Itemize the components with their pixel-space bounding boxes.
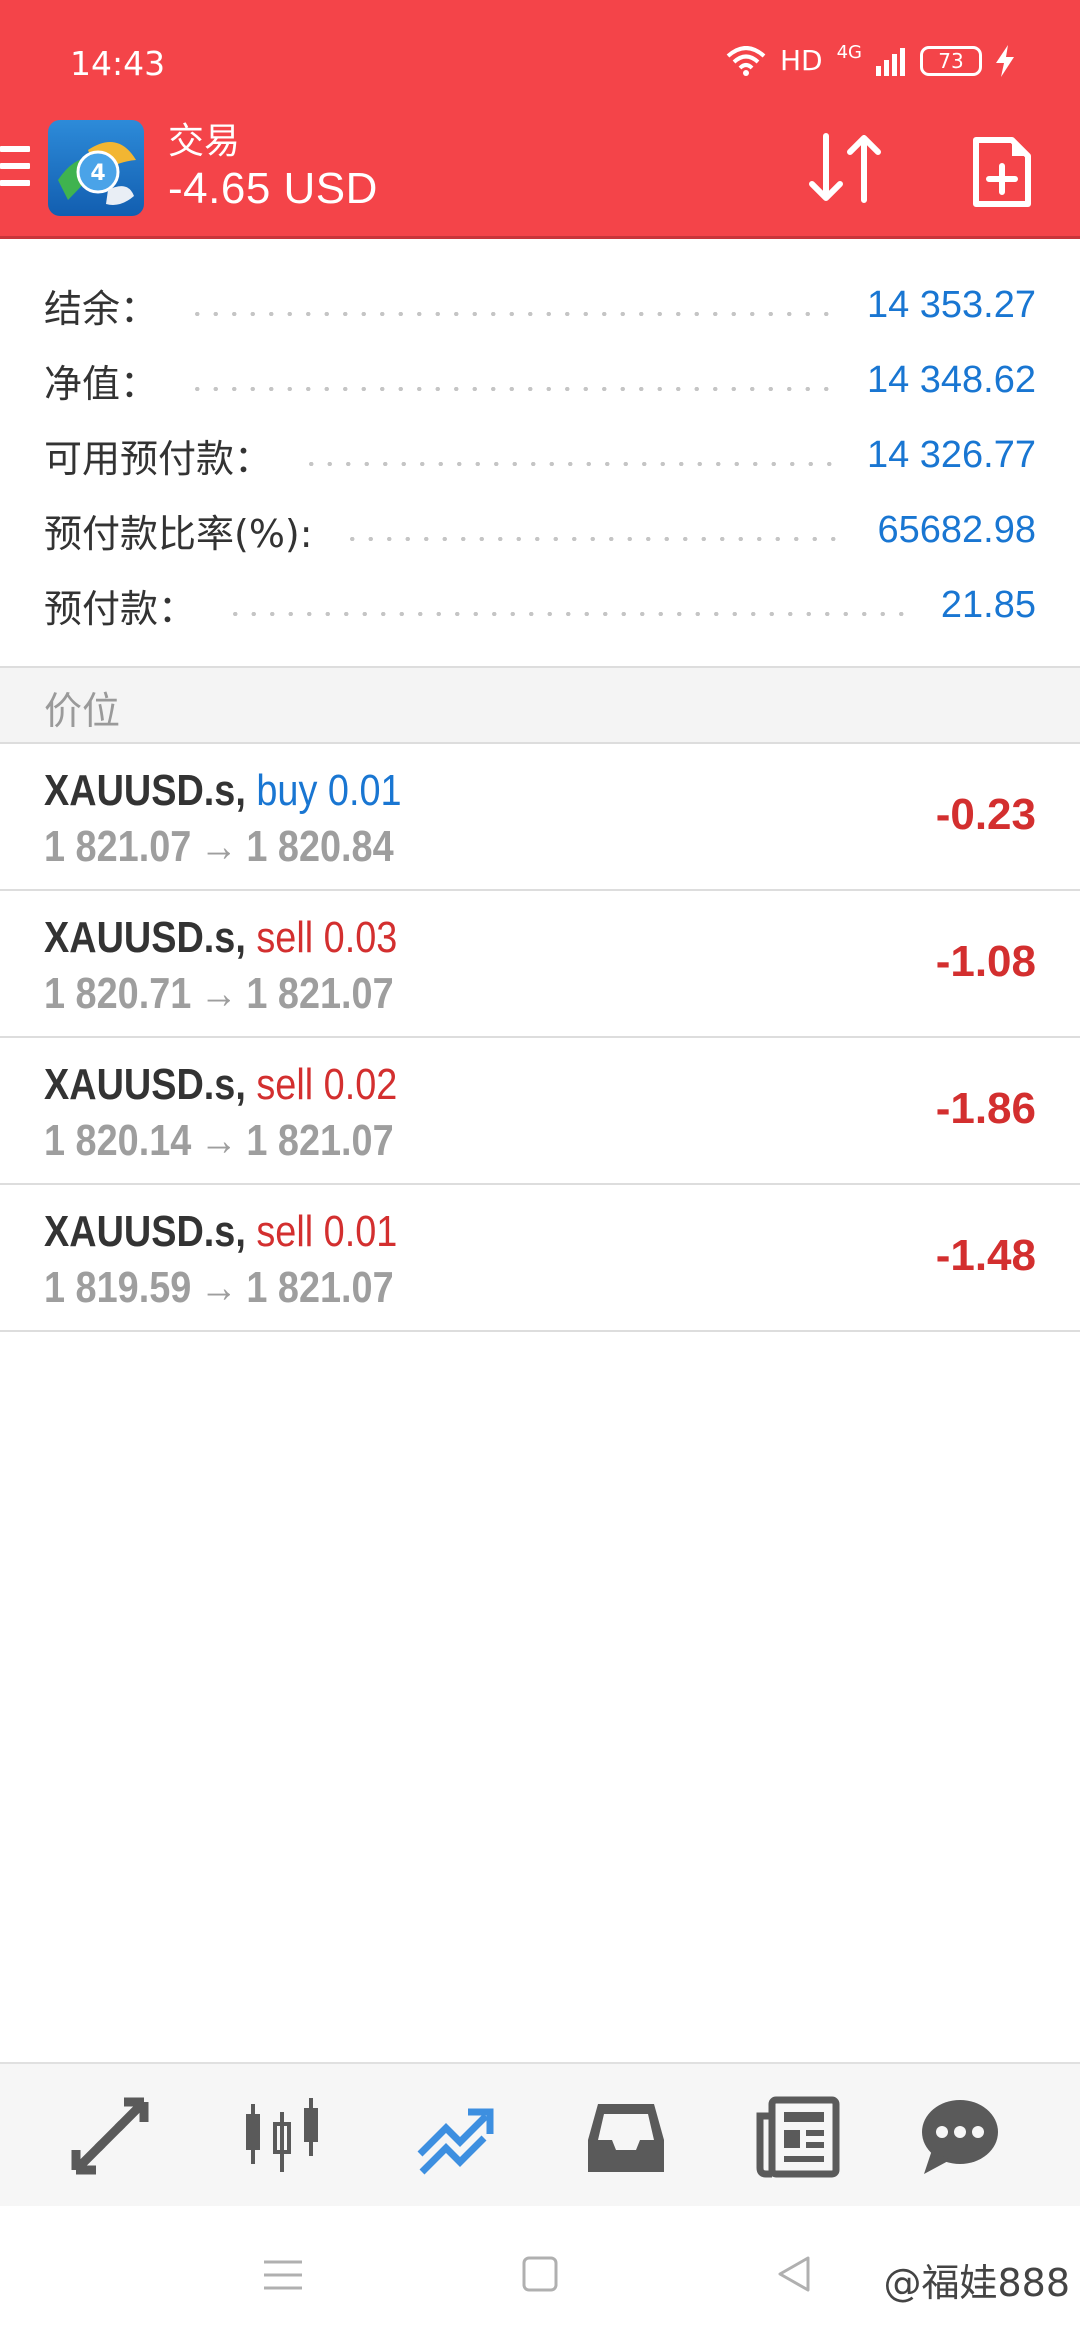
header-divider [0, 236, 1080, 239]
tab-quotes[interactable] [68, 2094, 152, 2178]
current-price: 1 821.07 [246, 969, 394, 1018]
dotted-leader [226, 611, 911, 616]
position-symbol: XAUUSD.s, [44, 913, 246, 962]
bottom-tab-bar [0, 2064, 1080, 2206]
app-header: 14:43 HD 4G 73 4 交易 -4.65 USD [0, 0, 1080, 238]
open-price: 1 819.59 [44, 1263, 192, 1312]
battery-indicator: 73 [920, 45, 982, 76]
summary-label: 预付款比率(%): [44, 512, 313, 556]
summary-label: 净值： [44, 362, 159, 406]
hd-label: HD [779, 44, 823, 77]
dotted-leader [188, 386, 837, 391]
arrow-right-icon: → [199, 1263, 238, 1312]
tab-trade[interactable] [412, 2094, 496, 2178]
recent-apps-icon[interactable] [258, 2250, 308, 2300]
position-row[interactable]: XAUUSD.s, buy 0.01 1 821.07 → 1 820.84 -0.… [0, 744, 1080, 891]
summary-row-equity: 净值： 14 348.62 [0, 343, 1080, 418]
back-icon[interactable] [770, 2250, 820, 2300]
page-title: 交易 [168, 121, 241, 162]
position-side: sell 0.03 [256, 913, 398, 962]
position-side: sell 0.02 [256, 1060, 398, 1109]
wifi-icon [726, 45, 766, 76]
signal-icon [876, 47, 905, 76]
summary-value: 65682.98 [877, 509, 1037, 551]
summary-row-margin: 预付款： 21.85 [0, 568, 1080, 643]
summary-row-margin-level: 预付款比率(%): 65682.98 [0, 493, 1080, 568]
dotted-leader [302, 461, 837, 466]
summary-row-free-margin: 可用预付款： 14 326.77 [0, 418, 1080, 493]
position-row[interactable]: XAUUSD.s, sell 0.02 1 820.14 → 1 821.07 -1… [0, 1038, 1080, 1185]
status-time: 14:43 [70, 44, 166, 83]
summary-label: 预付款： [44, 587, 197, 631]
status-icons: HD 4G 73 [726, 42, 1014, 77]
arrow-right-icon: → [199, 1116, 238, 1165]
current-price: 1 821.07 [246, 1116, 394, 1165]
position-symbol: XAUUSD.s, [44, 1207, 246, 1256]
tab-chart[interactable] [240, 2094, 324, 2178]
summary-row-balance: 结余： 14 353.27 [0, 268, 1080, 343]
watermark: @福娃888 [883, 2261, 1070, 2305]
current-price: 1 821.07 [246, 1263, 394, 1312]
open-price: 1 820.71 [44, 969, 192, 1018]
position-side: buy 0.01 [256, 766, 402, 815]
tab-news[interactable] [756, 2094, 840, 2178]
summary-label: 结余： [44, 287, 159, 331]
app-logo: 4 [48, 120, 144, 216]
position-symbol: XAUUSD.s, [44, 1060, 246, 1109]
open-price: 1 820.14 [44, 1116, 192, 1165]
account-summary: 结余： 14 353.27 净值： 14 348.62 可用预付款： 14 32… [0, 268, 1080, 643]
history-icon [588, 2104, 664, 2172]
charging-icon [996, 44, 1014, 77]
current-price: 1 820.84 [246, 822, 394, 871]
position-profit: -1.86 [935, 1084, 1036, 1133]
section-title: 价位 [44, 689, 121, 733]
summary-label: 可用预付款： [44, 437, 273, 481]
trade-icon [417, 2108, 494, 2175]
arrow-right-icon: → [199, 969, 238, 1018]
position-profit: -1.08 [935, 937, 1036, 986]
messages-icon [922, 2100, 998, 2174]
summary-value: 14 348.62 [866, 359, 1036, 401]
position-symbol: XAUUSD.s, [44, 766, 246, 815]
floating-profit: -4.65 USD [168, 164, 378, 213]
dotted-leader [188, 311, 837, 316]
home-icon[interactable] [514, 2250, 564, 2300]
open-price: 1 821.07 [44, 822, 192, 871]
summary-value: 21.85 [940, 584, 1036, 626]
position-profit: -0.23 [935, 790, 1036, 839]
news-icon [756, 2096, 840, 2178]
positions-section-header: 价位 [0, 668, 1080, 742]
menu-icon[interactable] [0, 146, 30, 192]
battery-level: 73 [938, 48, 964, 73]
summary-value: 14 353.27 [866, 284, 1036, 326]
position-profit: -1.48 [935, 1231, 1036, 1280]
position-row[interactable]: XAUUSD.s, sell 0.01 1 819.59 → 1 821.07 -1… [0, 1185, 1080, 1332]
arrow-right-icon: → [199, 822, 238, 871]
position-side: sell 0.01 [256, 1207, 398, 1256]
tab-messages[interactable] [916, 2094, 1000, 2178]
network-label: 4G [836, 42, 862, 63]
position-row[interactable]: XAUUSD.s, sell 0.03 1 820.71 → 1 821.07 -1… [0, 891, 1080, 1038]
quotes-icon [71, 2097, 149, 2175]
summary-value: 14 326.77 [866, 434, 1036, 476]
tab-history[interactable] [584, 2094, 668, 2178]
positions-list: XAUUSD.s, buy 0.01 1 821.07 → 1 820.84 -0.… [0, 744, 1080, 1332]
svg-text:4: 4 [90, 161, 105, 186]
new-order-icon[interactable] [972, 136, 1032, 208]
chart-icon [246, 2098, 318, 2172]
sort-icon[interactable] [806, 128, 886, 208]
dotted-leader [342, 536, 848, 541]
